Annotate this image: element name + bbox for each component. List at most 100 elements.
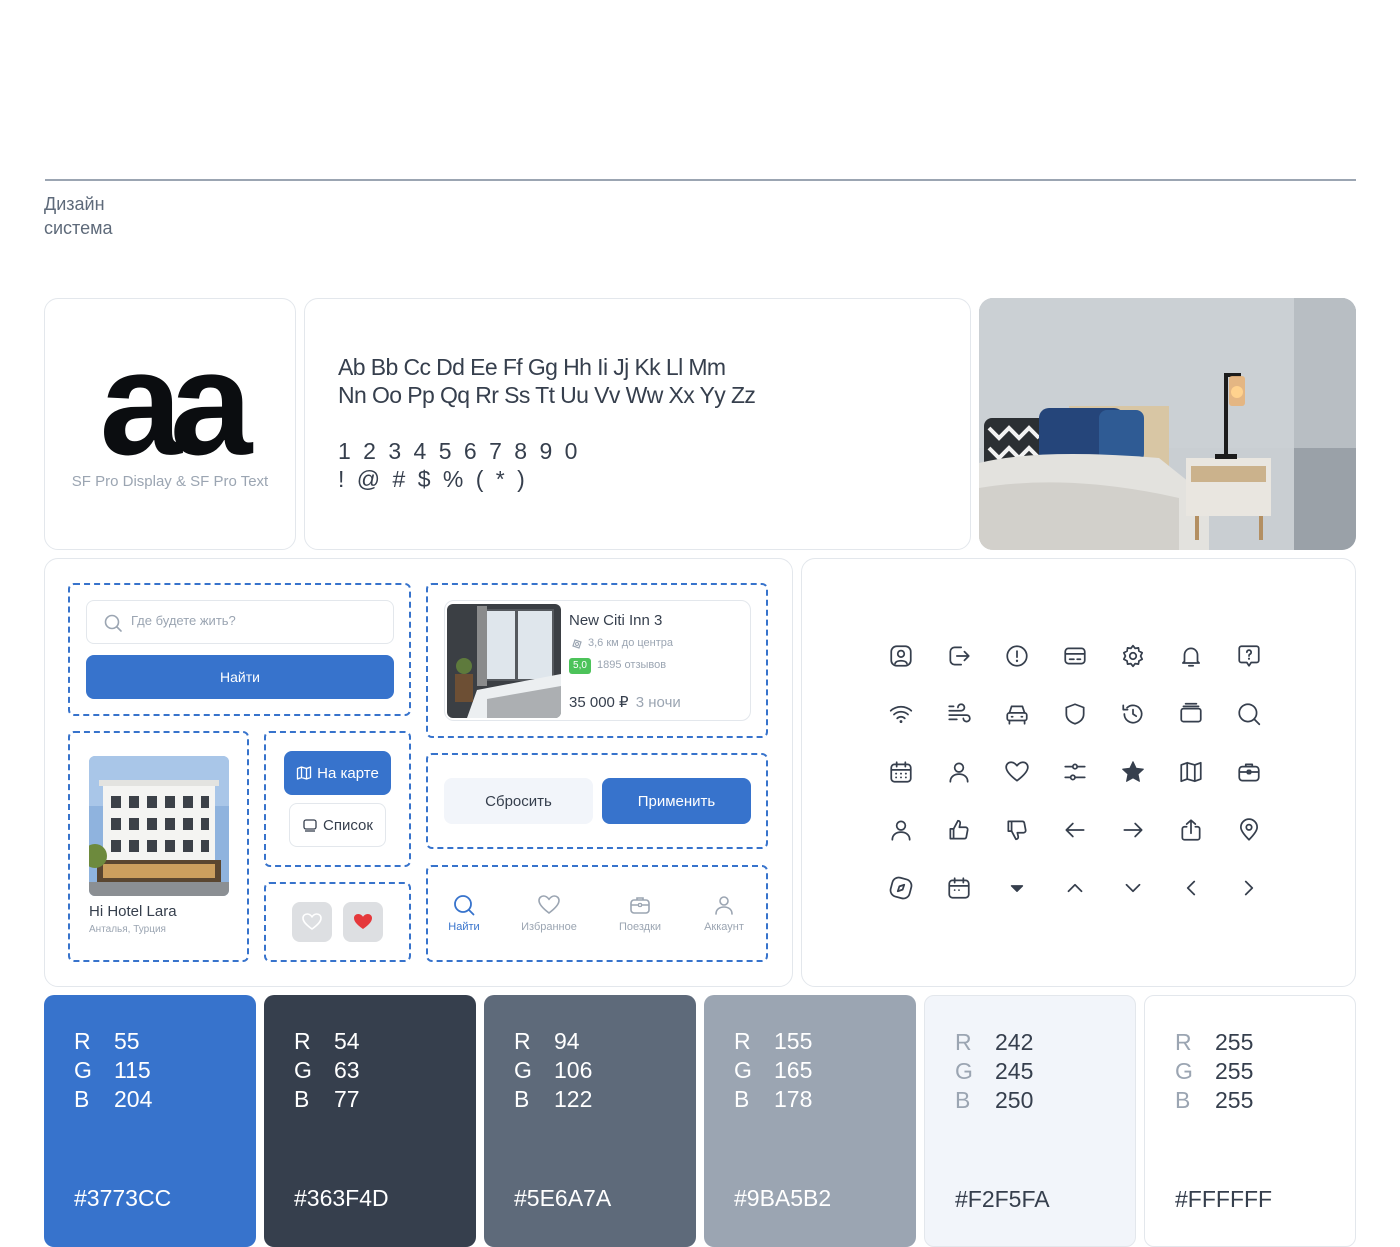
color-swatch: R 54 G 63 B 77 #363F4D [264, 995, 476, 1247]
hotel-tile-photo[interactable] [89, 756, 229, 896]
map-icon [1178, 759, 1204, 785]
b-value: 178 [774, 1086, 813, 1112]
price-value: 35 000 ₽ [569, 694, 629, 711]
g-value: 165 [774, 1057, 813, 1083]
g-value: 255 [1215, 1058, 1254, 1084]
tab-favorites-label: Избранное [521, 921, 577, 933]
tab-favorites[interactable]: Избранное [514, 893, 584, 933]
g-value: 106 [554, 1057, 593, 1083]
hotel-card[interactable]: New Citi Inn 3 3,6 км до центра 5,0 1895… [444, 600, 751, 721]
g-label: G [514, 1057, 532, 1083]
b-value: 255 [1215, 1087, 1254, 1113]
hex-value: #5E6A7A [514, 1185, 612, 1211]
user-icon [715, 896, 733, 915]
caret-down-filled-icon [1004, 875, 1030, 901]
g-label: G [294, 1057, 312, 1083]
wind-icon [946, 701, 972, 727]
digits-line: 1 2 3 4 5 6 7 8 9 0 [338, 438, 581, 464]
hotel-tile-name: Hi Hotel Lara [89, 903, 177, 920]
hex-value: #363F4D [294, 1185, 389, 1211]
g-value: 63 [334, 1057, 360, 1083]
g-label: G [74, 1057, 92, 1083]
search-icon [104, 614, 122, 632]
b-value: 122 [554, 1086, 593, 1112]
search-input[interactable] [131, 613, 381, 628]
settings-icon [1120, 643, 1146, 669]
hotel-card-distance: 3,6 км до центра [588, 637, 674, 649]
bell-icon [1178, 643, 1204, 669]
history-icon [1120, 701, 1146, 727]
rgb-values: R 55 G 115 B 204 [74, 1027, 152, 1114]
compass-icon [888, 875, 914, 901]
b-value: 250 [995, 1087, 1034, 1113]
b-value: 204 [114, 1086, 153, 1112]
heart-filled-icon [354, 914, 372, 929]
search-icon [454, 895, 475, 916]
briefcase-icon [1236, 759, 1262, 785]
chevron-left-icon [1178, 875, 1204, 901]
favorite-button-off[interactable] [292, 902, 332, 942]
color-swatch: R 55 G 115 B 204 #3773CC [44, 995, 256, 1247]
rating-badge: 5,0 [569, 658, 591, 674]
arrow-left-icon [1062, 817, 1088, 843]
g-value: 245 [995, 1058, 1034, 1084]
hotel-card-photo [447, 604, 561, 718]
apply-button[interactable]: Применить [602, 778, 751, 824]
list-view-button[interactable]: Список [289, 803, 386, 847]
b-label: B [74, 1086, 90, 1112]
help-chat-icon [1236, 643, 1262, 669]
search-button[interactable]: Найти [86, 655, 394, 699]
rgb-values: R 255 G 255 B 255 [1175, 1028, 1253, 1115]
tab-account-label: Аккаунт [704, 921, 744, 933]
credit-card-icon [1062, 643, 1088, 669]
typeface-glyphs: aa [99, 321, 253, 486]
r-value: 155 [774, 1028, 813, 1054]
chevron-down-icon [1120, 875, 1146, 901]
hex-value: #3773CC [74, 1185, 172, 1211]
color-swatch: R 242 G 245 B 250 #F2F5FA [924, 995, 1136, 1247]
r-value: 54 [334, 1028, 360, 1054]
hotel-card-name: New Citi Inn 3 [569, 612, 663, 629]
reset-button[interactable]: Сбросить [444, 778, 593, 824]
shield-icon [1062, 701, 1088, 727]
search-field[interactable] [86, 600, 394, 644]
color-swatch: R 155 G 165 B 178 #9BA5B2 [704, 995, 916, 1247]
r-label: R [1175, 1029, 1192, 1055]
tab-search[interactable]: Найти [429, 893, 499, 933]
hotel-card-reviews: 1895 отзывов [597, 659, 667, 671]
color-swatch: R 255 G 255 B 255 #FFFFFF [1144, 995, 1356, 1247]
alphabet-card: Ab Bb Cc Dd Ee Ff Gg Hh Ii Jj Kk Ll Mm N… [304, 298, 971, 550]
symbols-line: ! @ # $ % ( * ) [338, 466, 528, 492]
map-icon [297, 766, 312, 780]
price-nights: 3 ночи [635, 694, 681, 711]
g-label: G [1175, 1058, 1193, 1084]
r-value: 242 [995, 1029, 1034, 1055]
r-label: R [734, 1028, 751, 1054]
alphabet-line-1: Ab Bb Cc Dd Ee Ff Gg Hh Ii Jj Kk Ll Mm [338, 354, 726, 380]
hotel-tile-location: Анталья, Турция [89, 924, 166, 935]
map-view-label: На карте [317, 764, 379, 782]
heart-icon [1004, 759, 1030, 785]
b-label: B [1175, 1087, 1191, 1113]
tab-trips[interactable]: Поездки [605, 893, 675, 933]
sliders-icon [1062, 759, 1088, 785]
rgb-values: R 242 G 245 B 250 [955, 1028, 1033, 1115]
wifi-icon [888, 701, 914, 727]
list-view-label: Список [323, 816, 373, 834]
bedroom-photo [979, 298, 1356, 550]
favorite-button-on[interactable] [343, 902, 383, 942]
map-view-button[interactable]: На карте [284, 751, 391, 795]
typeface-card: aa SF Pro Display & SF Pro Text [44, 298, 296, 550]
tab-trips-label: Поездки [618, 921, 662, 933]
logout-icon [946, 643, 972, 669]
chevron-up-icon [1062, 875, 1088, 901]
search-icon [1236, 701, 1262, 727]
b-value: 77 [334, 1086, 360, 1112]
page-title: Дизайн система [44, 194, 113, 238]
tab-account[interactable]: Аккаунт [689, 893, 759, 933]
rgb-values: R 54 G 63 B 77 [294, 1027, 360, 1114]
calendar-grid-icon [888, 759, 914, 785]
distance-icon [572, 639, 582, 649]
rgb-values: R 155 G 165 B 178 [734, 1027, 812, 1114]
r-label: R [294, 1028, 311, 1054]
